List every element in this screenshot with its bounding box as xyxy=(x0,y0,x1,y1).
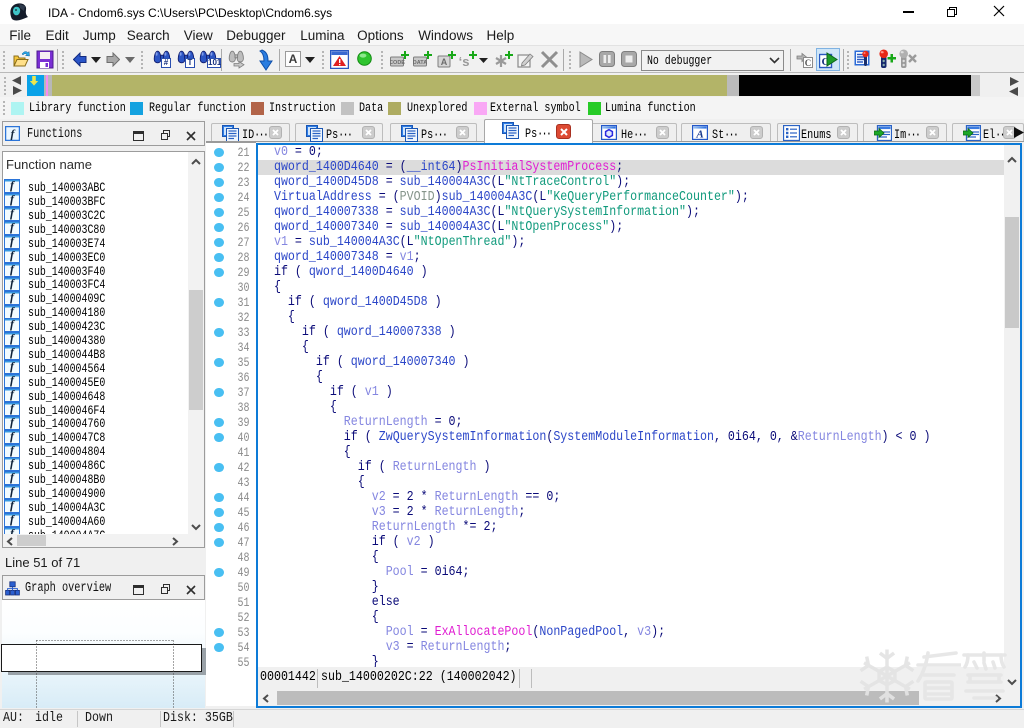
svg-text:A: A xyxy=(441,57,448,67)
svg-text:DATA: DATA xyxy=(413,60,427,66)
svg-text:C: C xyxy=(805,58,812,68)
svg-text:‘s: ‘s xyxy=(459,54,470,69)
svg-text:A: A xyxy=(695,129,703,141)
svg-text:CODE: CODE xyxy=(390,60,405,66)
